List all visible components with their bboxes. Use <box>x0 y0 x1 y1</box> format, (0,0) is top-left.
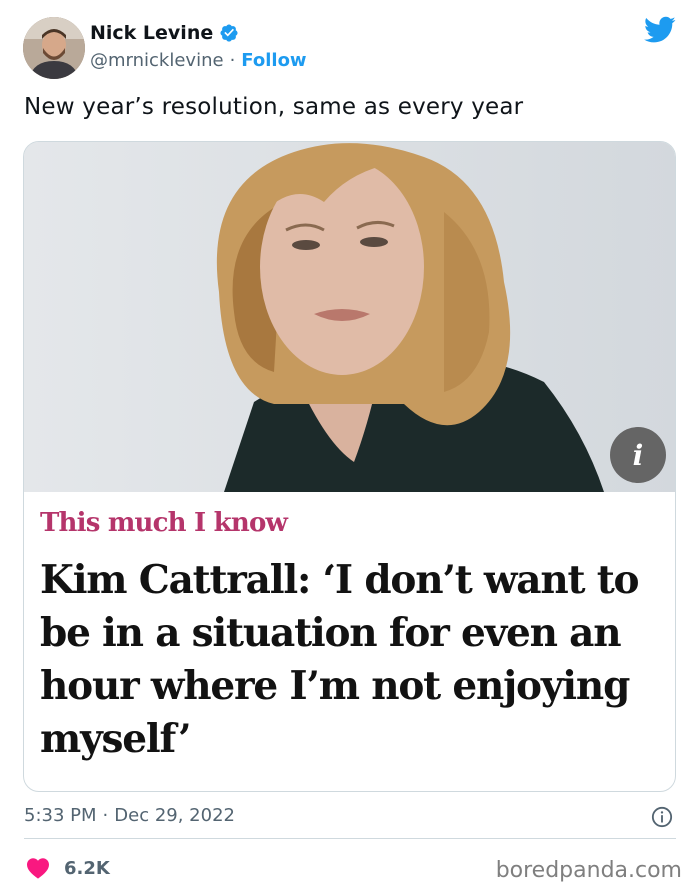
divider <box>24 838 676 839</box>
heart-icon <box>27 858 49 879</box>
tweet-text: New year’s resolution, same as every yea… <box>24 94 524 120</box>
link-card[interactable]: i This much I know Kim Cattrall: ‘I don’… <box>23 141 676 792</box>
twitter-bird-icon[interactable] <box>644 16 676 44</box>
like-button[interactable]: 6.2K <box>26 857 110 879</box>
like-count: 6.2K <box>64 857 110 879</box>
verified-badge-icon <box>220 24 238 42</box>
handle-separator: · <box>229 50 236 71</box>
tweet-date: Dec 29, 2022 <box>114 805 235 826</box>
author-name[interactable]: Nick Levine <box>90 22 213 44</box>
author-name-row[interactable]: Nick Levine <box>90 22 239 44</box>
follow-button[interactable]: Follow <box>241 50 306 71</box>
photo-info-badge[interactable]: i <box>610 427 666 483</box>
tweet-timestamp[interactable]: 5:33 PM · Dec 29, 2022 <box>24 805 235 826</box>
card-headline: Kim Cattrall: ‘I don’t want to be in a s… <box>40 557 640 762</box>
author-avatar[interactable] <box>23 17 85 79</box>
info-circle-icon[interactable] <box>651 806 673 828</box>
author-handle-row: @mrnicklevine · Follow <box>90 50 307 71</box>
tweet-time: 5:33 PM <box>24 805 97 826</box>
card-photo: i <box>24 142 675 492</box>
card-kicker: This much I know <box>40 508 288 538</box>
watermark-text: boredpanda.com <box>495 858 682 883</box>
timestamp-separator: · <box>102 805 109 826</box>
author-handle[interactable]: @mrnicklevine <box>90 50 224 71</box>
